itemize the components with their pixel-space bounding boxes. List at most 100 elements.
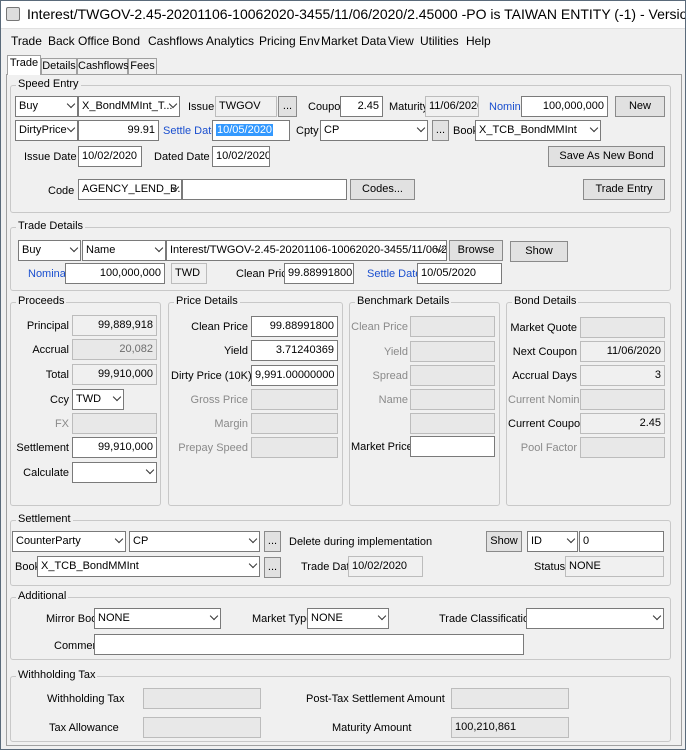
withholding-tax-field[interactable] [143, 688, 261, 709]
menu-help[interactable]: Help [466, 34, 491, 48]
current-coupon-field[interactable]: 2.45 [580, 413, 665, 434]
td-ccy-field[interactable]: TWD [171, 263, 207, 284]
nominal-field[interactable]: 100,000,000 [521, 96, 608, 117]
settle-id-field[interactable]: 0 [579, 531, 664, 552]
td-name-type-select[interactable]: Name [82, 240, 166, 261]
menu-utilities[interactable]: Utilities [420, 34, 459, 48]
td-name-select[interactable]: Interest/TWGOV-2.45-20201106-10062020-34… [166, 240, 447, 261]
save-as-new-bond-button[interactable]: Save As New Bond [548, 146, 665, 167]
bench-clean-price-field[interactable] [410, 316, 495, 337]
yield-field[interactable]: 3.71240369 [251, 340, 338, 361]
settle-cp-select[interactable]: CP [129, 531, 260, 552]
direction-select[interactable]: Buy [15, 96, 78, 117]
comment-field[interactable] [94, 634, 524, 655]
post-tax-settlement-label: Post-Tax Settlement Amount [306, 693, 445, 705]
settlement-field[interactable]: 99,910,000 [72, 437, 157, 458]
code-select[interactable]: AGENCY_LEND_B... [78, 179, 182, 200]
market-price-field[interactable] [410, 436, 495, 457]
browse-button[interactable]: Browse [449, 240, 503, 261]
cpty-select[interactable]: CP [320, 120, 428, 141]
fx-field[interactable] [72, 413, 157, 434]
tab-fees[interactable]: Fees [128, 58, 157, 74]
tab-trade[interactable]: Trade [7, 55, 41, 75]
book-select[interactable]: X_TCB_BondMMInt [475, 120, 601, 141]
pool-factor-field[interactable] [580, 437, 665, 458]
td-settle-date-field[interactable]: 10/05/2020 [417, 263, 502, 284]
accrual-field[interactable]: 20,082 [72, 339, 157, 360]
clean-price-field[interactable]: 99.88991800 [251, 316, 338, 337]
calculate-select[interactable] [72, 462, 157, 483]
margin-field[interactable] [251, 413, 338, 434]
prepay-speed-field[interactable] [251, 437, 338, 458]
menu-view[interactable]: View [388, 34, 414, 48]
issuer-label: Issuer [188, 101, 218, 113]
maturity-amount-field[interactable]: 100,210,861 [451, 717, 569, 738]
codes-button[interactable]: Codes... [350, 179, 415, 200]
next-coupon-field[interactable]: 11/06/2020 [580, 341, 665, 362]
menu-pricing-env[interactable]: Pricing Env [259, 34, 320, 48]
group-title: Price Details [174, 295, 240, 307]
post-tax-settlement-field[interactable] [451, 688, 569, 709]
bench-spread-field[interactable] [410, 365, 495, 386]
mirror-book-select[interactable]: NONE [94, 608, 221, 629]
menu-market-data[interactable]: Market Data [321, 34, 386, 48]
maturity-field[interactable]: 11/06/2020 [425, 96, 479, 117]
tab-details[interactable]: Details [41, 58, 77, 74]
code-value-field[interactable] [182, 179, 347, 200]
price-type-select[interactable]: DirtyPrice [15, 120, 78, 141]
trade-date-field[interactable]: 10/02/2020 [348, 556, 423, 577]
accrual-days-field[interactable]: 3 [580, 365, 665, 386]
settle-date-label[interactable]: Settle Date [163, 124, 217, 138]
menu-cashflows[interactable]: Cashflows [148, 34, 203, 48]
new-button[interactable]: New [615, 96, 665, 117]
tab-cashflows[interactable]: Cashflows [77, 58, 129, 74]
td-nominal-field[interactable]: 100,000,000 [65, 263, 165, 284]
group-title: Withholding Tax [16, 669, 98, 681]
group-title: Bond Details [512, 295, 579, 307]
td-nominal-label[interactable]: Nominal [28, 267, 68, 281]
issuer-field[interactable]: TWGOV [215, 96, 277, 117]
menu-back-office[interactable]: Back Office [48, 34, 109, 48]
td-settle-date-label[interactable]: Settle Date [367, 267, 421, 281]
trade-classification-select[interactable] [526, 608, 664, 629]
settle-show-button[interactable]: Show [486, 531, 522, 552]
bench-extra-field[interactable] [410, 413, 495, 434]
gross-price-field[interactable] [251, 389, 338, 410]
tax-allowance-field[interactable] [143, 717, 261, 738]
settle-type-select[interactable]: CounterParty [12, 531, 126, 552]
td-show-button[interactable]: Show [510, 241, 568, 262]
principal-field[interactable]: 99,889,918 [72, 315, 157, 336]
issue-date-field[interactable]: 10/02/2020 [78, 146, 142, 167]
market-quote-field[interactable] [580, 317, 665, 338]
issuer-ellipsis-button[interactable]: ... [278, 96, 297, 117]
status-field[interactable]: NONE [565, 556, 664, 577]
td-clean-price-field[interactable]: 99.88991800 [284, 263, 354, 284]
td-direction-select[interactable]: Buy [18, 240, 81, 261]
bench-yield-field[interactable] [410, 341, 495, 362]
settle-book-ellipsis-button[interactable]: ... [264, 557, 281, 578]
settle-id-type-select[interactable]: ID [527, 531, 578, 552]
settle-cp-ellipsis-button[interactable]: ... [264, 531, 281, 552]
cpty-ellipsis-button[interactable]: ... [432, 120, 449, 141]
current-nominal-field[interactable] [580, 389, 665, 410]
dirty-price-field[interactable]: 9,991.00000000 [251, 365, 338, 386]
menu-trade[interactable]: Trade [11, 34, 42, 48]
ccy-select[interactable]: TWD [72, 389, 124, 410]
market-type-label: Market Type [252, 613, 313, 625]
settle-date-field[interactable]: 10/05/2020 [212, 120, 290, 141]
market-type-select[interactable]: NONE [307, 608, 389, 629]
yield-label: Yield [223, 345, 248, 357]
principal-label: Principal [26, 320, 69, 332]
menu-analytics[interactable]: Analytics [206, 34, 254, 48]
total-field[interactable]: 99,910,000 [72, 364, 157, 385]
dated-date-field[interactable]: 10/02/2020 [212, 146, 270, 167]
settle-book-select[interactable]: X_TCB_BondMMInt [37, 556, 260, 577]
trade-entry-button[interactable]: Trade Entry [583, 179, 665, 200]
product-select[interactable]: X_BondMMInt_T... [78, 96, 180, 117]
price-field[interactable]: 99.91 [78, 120, 159, 141]
coupon-field[interactable]: 2.45 [340, 96, 383, 117]
group-title: Trade Details [16, 220, 86, 232]
settlement-label: Settlement [16, 442, 69, 454]
bench-name-field[interactable] [410, 389, 495, 410]
menu-bond[interactable]: Bond [112, 34, 140, 48]
